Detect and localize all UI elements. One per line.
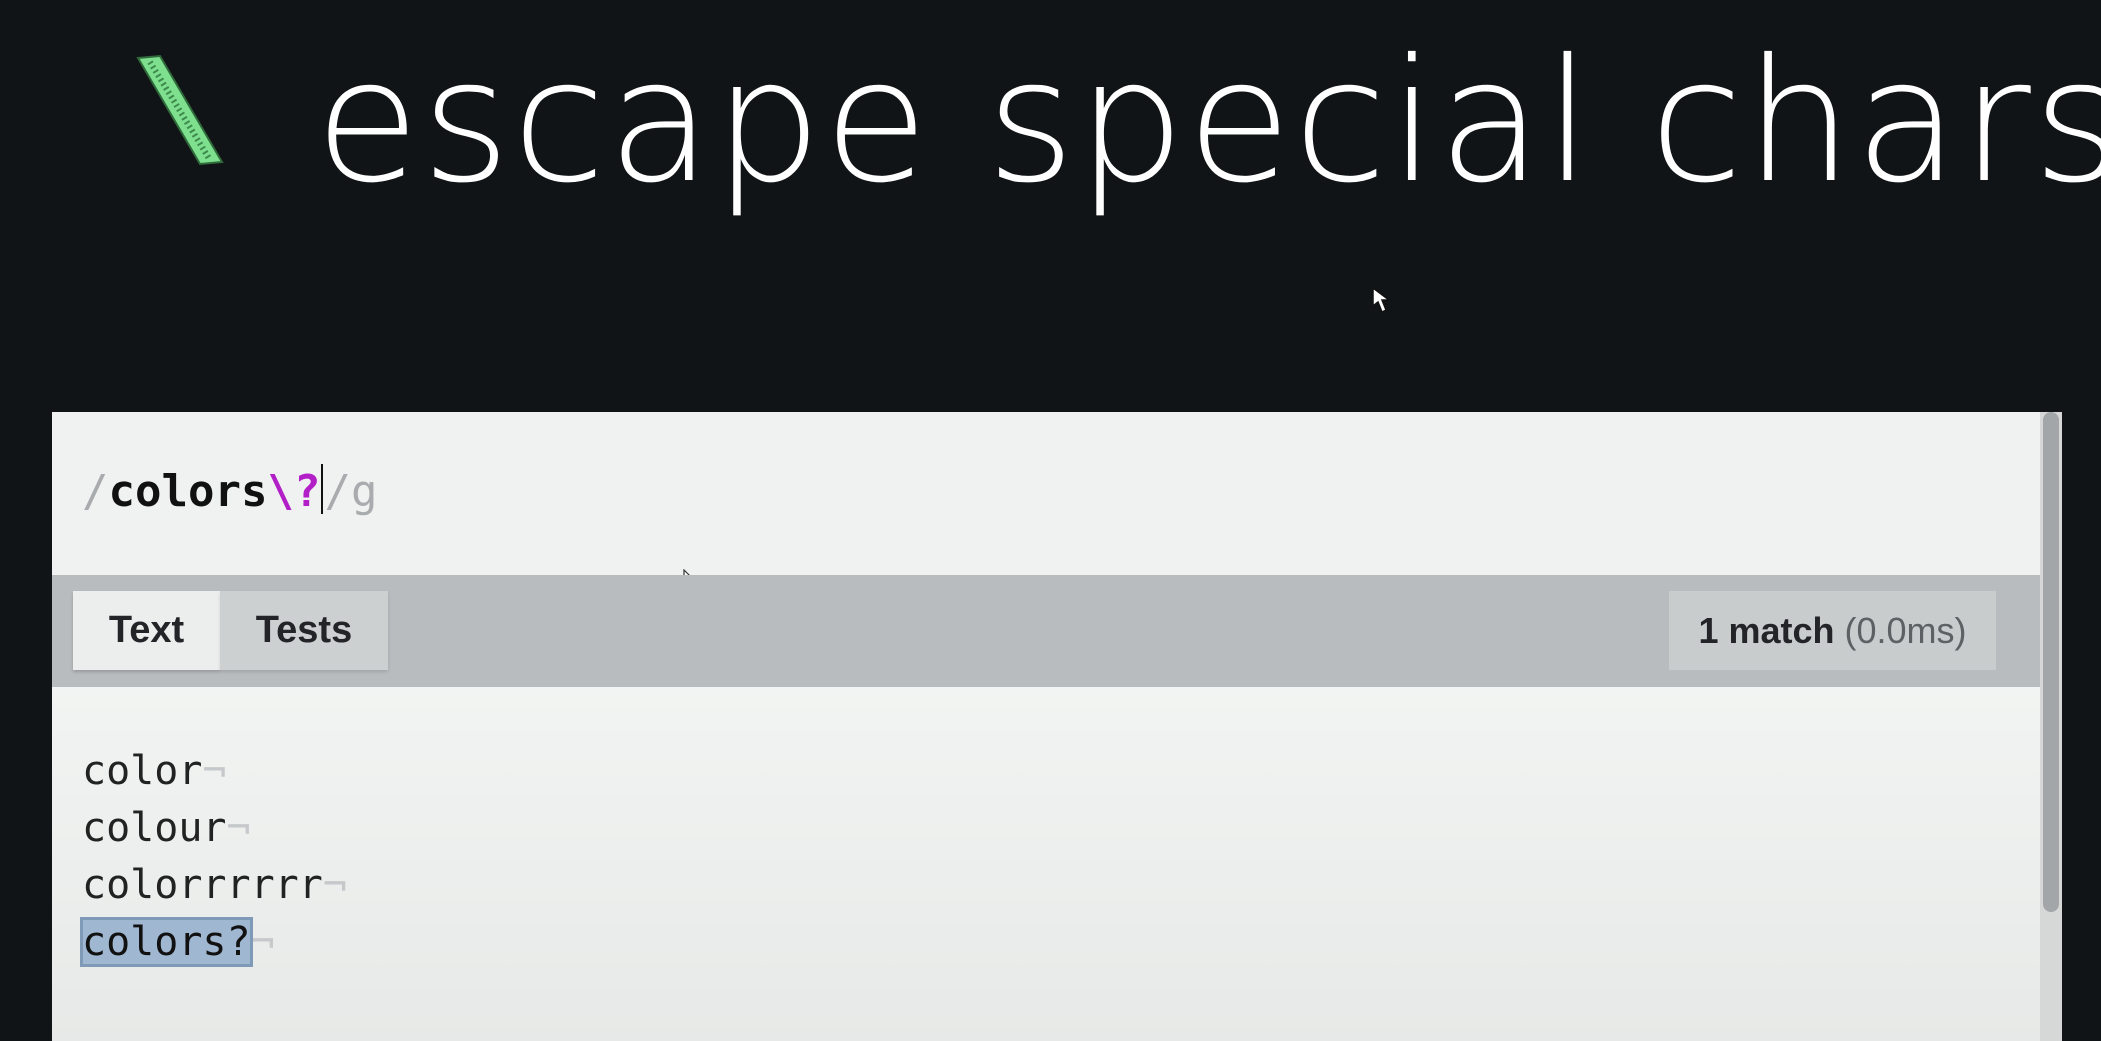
test-text-editor[interactable]: color¬ colour¬ colorrrrrr¬ colors?¬ bbox=[52, 687, 2040, 1041]
eol-marker: ¬ bbox=[322, 862, 347, 908]
regex-app-panel: /colors\?/g Text Tests 1 match (0.0ms) c… bbox=[52, 412, 2062, 1041]
expression-open-delimiter: / bbox=[82, 466, 109, 517]
text-lines: color¬ colour¬ colorrrrrr¬ colors?¬ bbox=[80, 743, 347, 971]
vertical-scrollbar[interactable] bbox=[2040, 412, 2062, 1041]
match-time: (0.0ms) bbox=[1844, 609, 1967, 651]
eol-marker: ¬ bbox=[250, 919, 275, 965]
eol-marker: ¬ bbox=[226, 805, 251, 851]
backslash-icon bbox=[136, 54, 224, 166]
eol-marker: ¬ bbox=[202, 748, 227, 794]
line-text: color bbox=[82, 748, 203, 794]
expression-bar[interactable]: /colors\?/g bbox=[52, 412, 2040, 591]
tab-tests[interactable]: Tests bbox=[220, 591, 388, 670]
title-banner: escape special chars bbox=[0, 0, 2101, 412]
expression-close-delimiter: / bbox=[324, 466, 351, 517]
expression-escape-token: \? bbox=[267, 466, 321, 517]
text-line: color¬ bbox=[82, 743, 347, 800]
tab-group: Text Tests bbox=[73, 591, 388, 670]
expression-literal: colors bbox=[108, 466, 268, 517]
text-line: colorrrrrr¬ bbox=[82, 857, 347, 914]
match-count: 1 match bbox=[1698, 609, 1835, 651]
match-highlight[interactable]: colors? bbox=[80, 917, 253, 967]
expression-flags[interactable]: g bbox=[351, 466, 378, 517]
text-toolbar: Text Tests 1 match (0.0ms) bbox=[52, 575, 2040, 687]
text-line: colors?¬ bbox=[80, 914, 347, 971]
regex-expression-input[interactable]: /colors\?/g bbox=[82, 462, 377, 522]
scrollbar-thumb[interactable] bbox=[2043, 412, 2059, 912]
tab-text[interactable]: Text bbox=[73, 591, 220, 670]
match-status-badge: 1 match (0.0ms) bbox=[1669, 591, 1996, 670]
text-line: colour¬ bbox=[82, 800, 347, 857]
line-text: colorrrrrr bbox=[82, 862, 323, 908]
hand-cursor-icon bbox=[1372, 286, 1392, 314]
line-text: colour bbox=[82, 805, 227, 851]
video-title: escape special chars bbox=[315, 23, 2101, 221]
